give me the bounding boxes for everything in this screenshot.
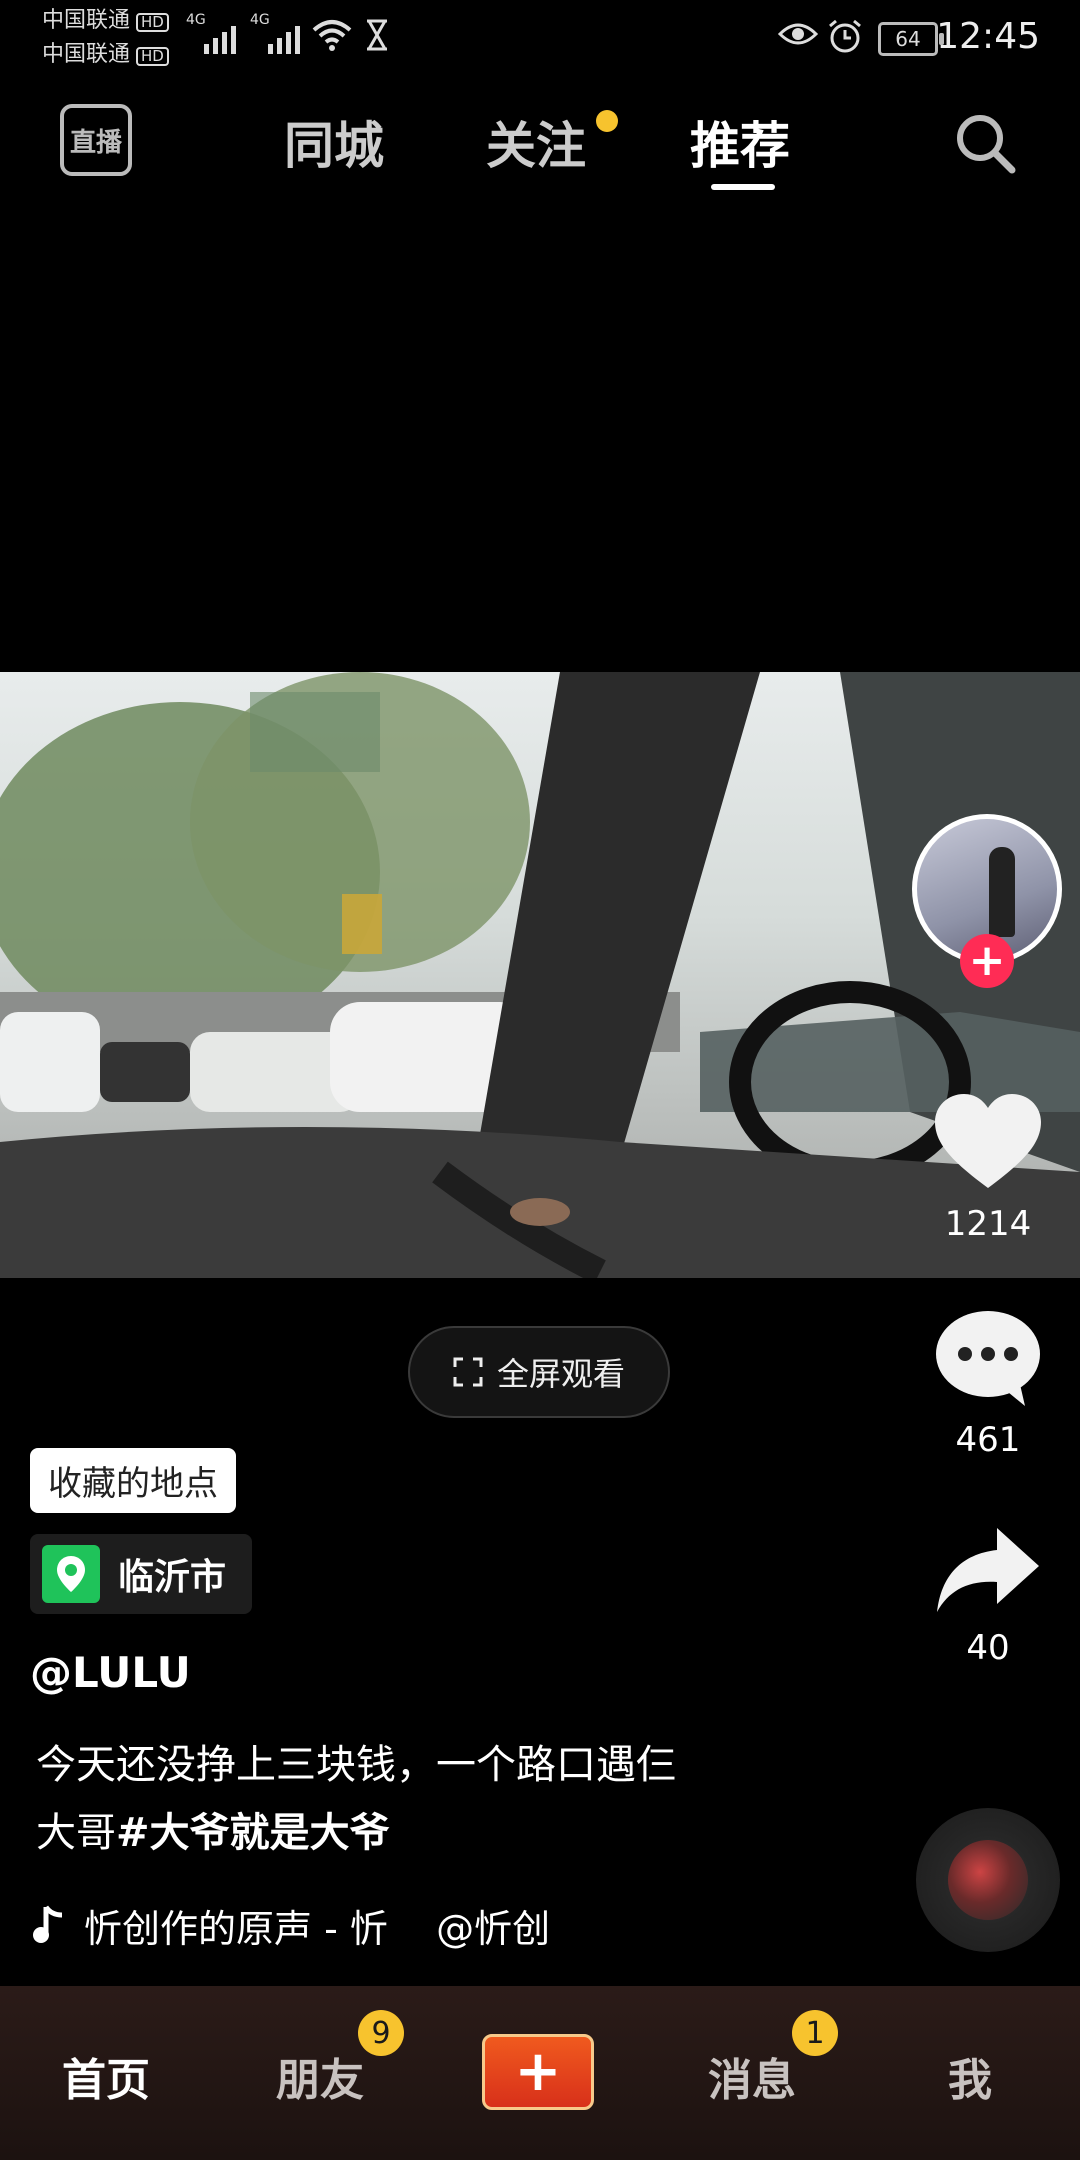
battery-level: 64	[895, 27, 921, 51]
video-frame	[0, 672, 1080, 1278]
active-tab-indicator	[711, 184, 775, 190]
signal-1-icon	[204, 18, 236, 54]
signal-2-icon	[268, 18, 300, 54]
live-label: 直播	[69, 127, 122, 158]
video-player[interactable]	[0, 672, 1080, 1278]
hd-badge-1: HD	[136, 13, 169, 32]
carrier-1-label: 中国联通	[42, 8, 131, 33]
tab-following[interactable]: 关注	[486, 106, 586, 178]
carrier-2: 中国联通 HD	[42, 44, 169, 66]
following-new-dot	[596, 110, 618, 132]
network-type-1: 4G	[186, 12, 206, 28]
fullscreen-icon	[453, 1357, 483, 1387]
top-nav: 直播 同城 关注 推荐	[0, 88, 1080, 198]
caption-line-2: 大哥#大爷就是大爷	[36, 1800, 390, 1858]
network-type-2: 4G	[250, 12, 270, 28]
share-action[interactable]: 40	[920, 1524, 1056, 1668]
messages-badge: 1	[792, 2010, 838, 2056]
app: 中国联通 HD 中国联通 HD 4G 4G 64 12:45 直播 同城 关注 …	[0, 0, 1080, 2160]
like-count: 1214	[944, 1204, 1032, 1244]
music-row[interactable]: 忻创作的原声 - 忻 @忻创	[32, 1900, 551, 1951]
comment-count: 461	[955, 1420, 1021, 1460]
clock: 12:45	[936, 16, 1040, 57]
caption-hashtag[interactable]: #大爷就是大爷	[116, 1810, 390, 1856]
eye-icon	[778, 23, 818, 45]
location-pin-badge	[42, 1545, 100, 1603]
music-disc[interactable]	[916, 1808, 1060, 1952]
share-icon[interactable]	[933, 1524, 1043, 1616]
bottom-nav: 首页 朋友 9 + 消息 1 我	[0, 1986, 1080, 2160]
music-note-icon	[33, 1905, 63, 1943]
search-icon[interactable]	[952, 110, 1018, 176]
fullscreen-label: 全屏观看	[496, 1355, 625, 1393]
location-label: 临沂市	[118, 1557, 227, 1598]
comment-action[interactable]: 461	[920, 1308, 1056, 1460]
author-handle[interactable]: @LULU	[30, 1648, 191, 1697]
carrier-2-label: 中国联通	[42, 42, 131, 67]
tab-recommended[interactable]: 推荐	[690, 106, 790, 178]
status-bar: 中国联通 HD 中国联通 HD 4G 4G 64 12:45	[0, 0, 1080, 72]
nav-friends[interactable]: 朋友	[276, 2044, 364, 2108]
avatar-figure	[989, 847, 1015, 937]
music-title: 忻创作的原声 - 忻 @忻创	[84, 1906, 551, 1951]
nav-me[interactable]: 我	[948, 2044, 992, 2108]
saved-place-tag[interactable]: 收藏的地点	[30, 1448, 236, 1513]
create-button[interactable]: +	[482, 2034, 594, 2110]
caption-line-1: 今天还没挣上三块钱，一个路口遇仨	[36, 1742, 676, 1788]
like-action[interactable]: 1214	[920, 1092, 1056, 1244]
live-button[interactable]: 直播	[60, 104, 132, 176]
heart-icon[interactable]	[933, 1092, 1043, 1192]
location-pin-icon	[57, 1556, 85, 1592]
battery-indicator: 64	[878, 22, 944, 56]
friends-badge: 9	[358, 2010, 404, 2056]
fullscreen-button[interactable]: 全屏观看	[408, 1326, 670, 1418]
nav-home[interactable]: 首页	[62, 2044, 150, 2108]
nav-messages[interactable]: 消息	[708, 2044, 796, 2108]
hourglass-icon	[367, 19, 387, 51]
follow-plus-button[interactable]: +	[960, 934, 1014, 988]
caption-text: 大哥	[36, 1810, 116, 1856]
wifi-icon	[312, 20, 352, 51]
share-count: 40	[966, 1628, 1010, 1668]
carrier-1: 中国联通 HD	[42, 10, 169, 32]
tab-local[interactable]: 同城	[284, 106, 384, 178]
plus-icon: +	[514, 2039, 562, 2104]
hd-badge-2: HD	[136, 47, 169, 66]
alarm-icon	[829, 19, 861, 53]
comment-icon[interactable]	[933, 1308, 1043, 1408]
music-disc-cover	[948, 1840, 1028, 1920]
location-chip[interactable]: 临沂市	[30, 1534, 252, 1614]
